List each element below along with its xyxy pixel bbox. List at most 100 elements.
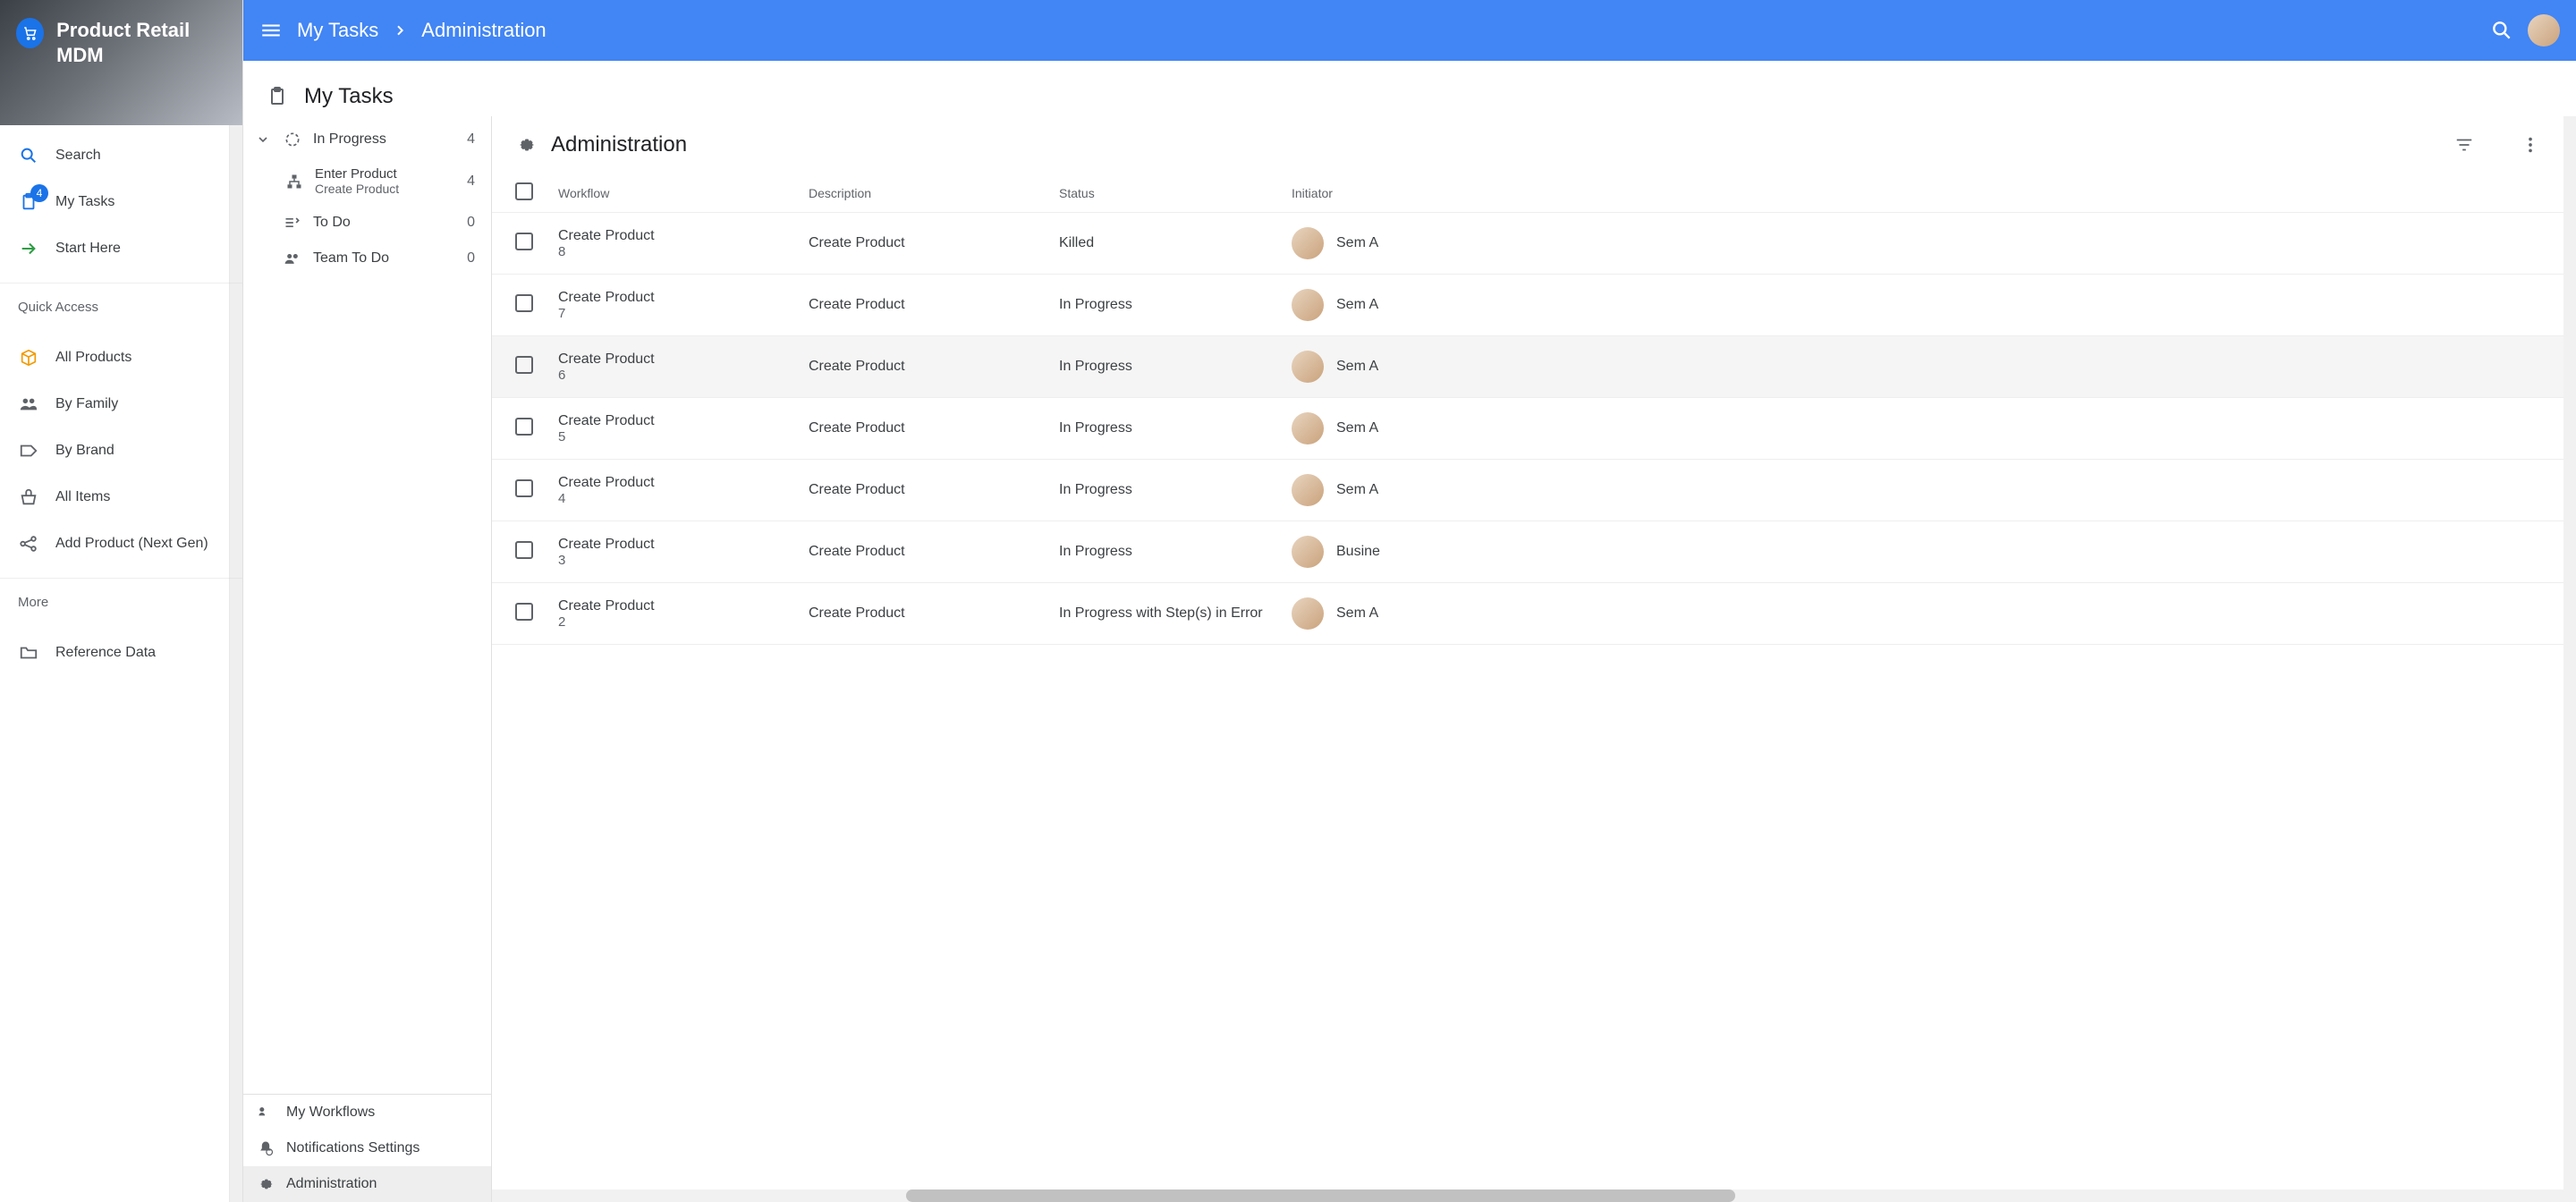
breadcrumb-root[interactable]: My Tasks (297, 19, 378, 42)
horizontal-scrollbar[interactable] (492, 1189, 2563, 1202)
sidebar-item-by-brand[interactable]: By Brand (0, 427, 242, 474)
sidebar-item-start-here[interactable]: Start Here (0, 225, 242, 272)
table-head: Workflow Description Status Initiator (492, 174, 2563, 213)
avatar (1292, 351, 1324, 383)
link-notifications-settings[interactable]: Notifications Settings (243, 1130, 491, 1166)
table-row[interactable]: Create Product7Create ProductIn Progress… (492, 275, 2563, 336)
topbar-search-icon[interactable] (2490, 19, 2513, 42)
clipboard-icon (267, 86, 288, 107)
category-label: In Progress (313, 131, 386, 148)
sidebar-item-my-tasks[interactable]: 4 My Tasks (0, 179, 242, 225)
category-in-progress[interactable]: In Progress 4 (243, 122, 491, 157)
row-status: In Progress (1059, 544, 1292, 560)
app-logo-icon (16, 18, 44, 48)
gear-icon (256, 1175, 275, 1193)
clipboard-icon: 4 (18, 191, 39, 213)
avatar (1292, 412, 1324, 444)
avatar (1292, 536, 1324, 568)
row-checkbox[interactable] (515, 233, 533, 250)
hierarchy-icon (284, 173, 304, 190)
progress-icon (283, 131, 302, 148)
col-description[interactable]: Description (809, 186, 1059, 200)
box-icon (18, 347, 39, 368)
page-title-row: My Tasks (243, 68, 2576, 116)
table-row[interactable]: Create Product4Create ProductIn Progress… (492, 460, 2563, 521)
col-initiator[interactable]: Initiator (1292, 186, 2540, 200)
row-checkbox[interactable] (515, 541, 533, 559)
row-checkbox[interactable] (515, 479, 533, 497)
avatar (1292, 289, 1324, 321)
table-row[interactable]: Create Product6Create ProductIn Progress… (492, 336, 2563, 398)
select-all-checkbox[interactable] (515, 182, 533, 200)
row-workflow: Create Product (558, 598, 809, 614)
breadcrumb-current: Administration (421, 19, 546, 42)
row-initiator: Sem A (1336, 482, 1378, 498)
row-workflow: Create Product (558, 475, 809, 491)
row-initiator: Sem A (1336, 420, 1378, 436)
category-label: To Do (313, 215, 351, 231)
category-count: 0 (467, 250, 475, 267)
link-administration[interactable]: Administration (243, 1166, 491, 1202)
my-tasks-badge: 4 (30, 184, 48, 202)
link-label: Administration (286, 1176, 377, 1192)
row-description: Create Product (809, 605, 1059, 622)
row-description: Create Product (809, 420, 1059, 436)
sidebar-item-label: By Brand (55, 443, 114, 459)
col-status[interactable]: Status (1059, 186, 1292, 200)
row-initiator: Sem A (1336, 297, 1378, 313)
sidebar-item-label: My Tasks (55, 194, 114, 210)
row-description: Create Product (809, 235, 1059, 251)
row-id: 7 (558, 306, 809, 321)
table-pane: Administration Workflow Descript (492, 116, 2563, 1202)
filter-icon[interactable] (2454, 135, 2474, 155)
chevron-down-icon (256, 132, 272, 147)
category-sublabel: Create Product (315, 182, 399, 196)
table-row[interactable]: Create Product8Create ProductKilledSem A (492, 213, 2563, 275)
row-status: In Progress (1059, 297, 1292, 313)
row-id: 4 (558, 491, 809, 506)
people-icon (18, 394, 39, 415)
table-row[interactable]: Create Product2Create ProductIn Progress… (492, 583, 2563, 645)
topbar-avatar[interactable] (2528, 14, 2560, 47)
sidebar-item-add-product[interactable]: Add Product (Next Gen) (0, 521, 242, 567)
row-status: In Progress (1059, 420, 1292, 436)
table-title: Administration (551, 132, 687, 157)
category-pane: In Progress 4 Enter Product Create Produ… (243, 116, 492, 1202)
link-my-workflows[interactable]: My Workflows (243, 1095, 491, 1130)
todo-icon (283, 214, 302, 232)
row-checkbox[interactable] (515, 356, 533, 374)
sidebar-item-label: All Products (55, 350, 131, 366)
row-checkbox[interactable] (515, 418, 533, 436)
category-label: Team To Do (313, 250, 389, 267)
row-id: 8 (558, 244, 809, 259)
sidebar-item-search[interactable]: Search (0, 132, 242, 179)
sidebar-item-all-items[interactable]: All Items (0, 474, 242, 521)
row-initiator: Sem A (1336, 605, 1378, 622)
sidebar: Product Retail MDM Search 4 My Tasks (0, 0, 243, 1202)
category-count: 4 (467, 174, 475, 190)
menu-icon[interactable] (259, 19, 283, 42)
app-title: Product Retail MDM (56, 18, 226, 67)
col-workflow[interactable]: Workflow (558, 186, 809, 200)
sidebar-item-by-family[interactable]: By Family (0, 381, 242, 427)
row-checkbox[interactable] (515, 603, 533, 621)
link-label: My Workflows (286, 1105, 375, 1121)
table-row[interactable]: Create Product5Create ProductIn Progress… (492, 398, 2563, 460)
category-enter-product[interactable]: Enter Product Create Product 4 (243, 157, 491, 205)
arrow-right-icon (18, 238, 39, 259)
sidebar-item-all-products[interactable]: All Products (0, 334, 242, 381)
vertical-scrollbar[interactable] (2563, 116, 2576, 1202)
row-status: In Progress (1059, 359, 1292, 375)
avatar (1292, 474, 1324, 506)
more-vert-icon[interactable] (2521, 135, 2540, 155)
category-team-to-do[interactable]: Team To Do 0 (243, 241, 491, 276)
row-description: Create Product (809, 297, 1059, 313)
basket-icon (18, 487, 39, 508)
category-to-do[interactable]: To Do 0 (243, 205, 491, 241)
row-id: 5 (558, 429, 809, 444)
table-row[interactable]: Create Product3Create ProductIn Progress… (492, 521, 2563, 583)
row-checkbox[interactable] (515, 294, 533, 312)
row-description: Create Product (809, 544, 1059, 560)
sidebar-item-label: By Family (55, 396, 118, 412)
sidebar-item-reference-data[interactable]: Reference Data (0, 630, 242, 676)
